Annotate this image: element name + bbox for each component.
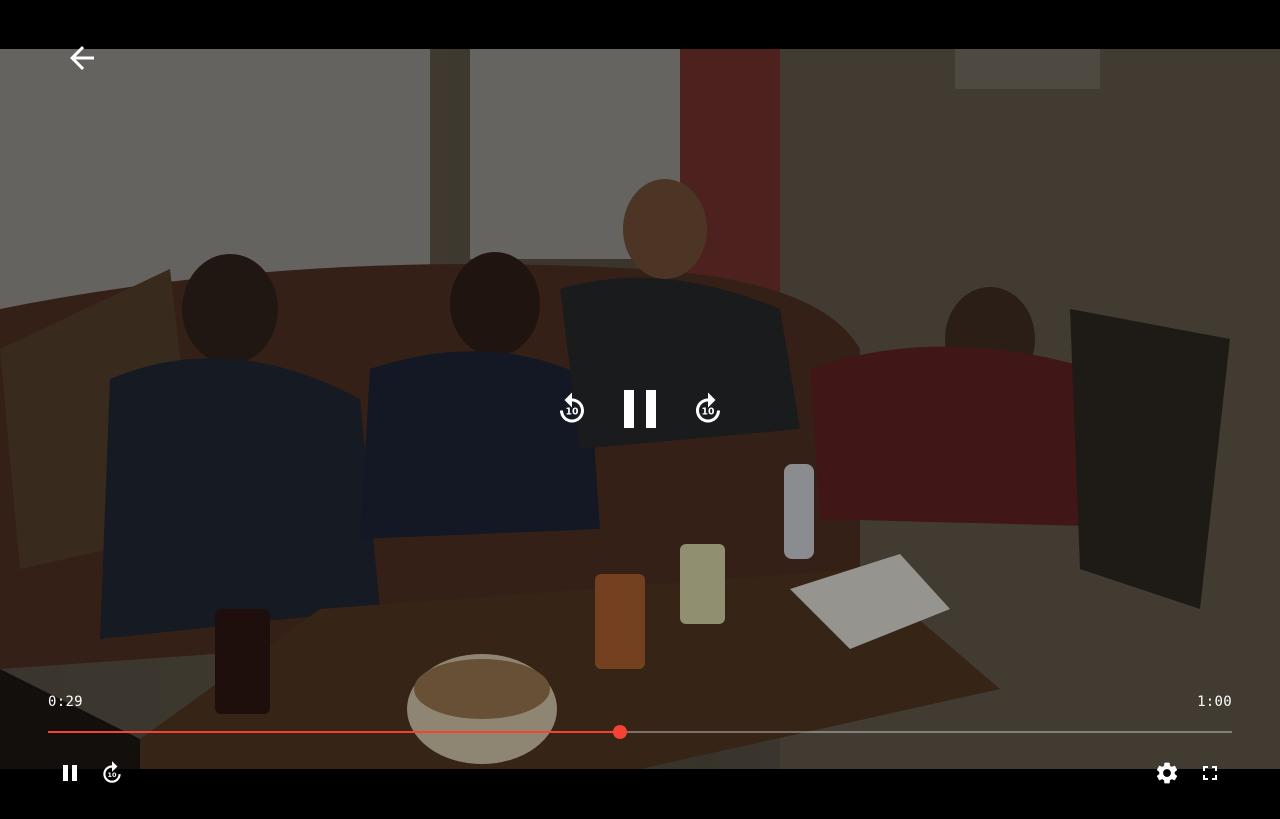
- settings-button[interactable]: [1152, 758, 1182, 788]
- center-rewind-seconds-label: 10: [566, 406, 579, 417]
- center-rewind-button[interactable]: 10: [552, 389, 592, 429]
- video-player: 10 10 0:29 1:00 10: [0, 0, 1280, 819]
- bottom-forward-seconds-label: 10: [107, 771, 117, 779]
- forward-10-icon: 10: [690, 391, 726, 427]
- center-forward-button[interactable]: 10: [688, 389, 728, 429]
- arrow-left-icon: [64, 40, 100, 76]
- gear-icon: [1154, 760, 1180, 786]
- center-pause-button[interactable]: [618, 386, 662, 432]
- pause-icon: [60, 763, 80, 783]
- bottom-pause-button[interactable]: [56, 759, 84, 787]
- fullscreen-icon: [1198, 761, 1222, 785]
- back-button[interactable]: [62, 38, 102, 78]
- fullscreen-button[interactable]: [1196, 759, 1224, 787]
- current-time: 0:29: [48, 694, 83, 710]
- seek-bar-thumb[interactable]: [613, 725, 628, 739]
- center-forward-seconds-label: 10: [702, 406, 715, 417]
- seek-bar[interactable]: [48, 724, 1232, 740]
- replay-10-icon: 10: [554, 391, 590, 427]
- seek-bar-played: [48, 731, 621, 733]
- forward-10-icon: 10: [99, 760, 125, 786]
- bottom-forward-button[interactable]: 10: [98, 759, 126, 787]
- duration: 1:00: [1197, 694, 1232, 710]
- pause-icon: [618, 386, 662, 432]
